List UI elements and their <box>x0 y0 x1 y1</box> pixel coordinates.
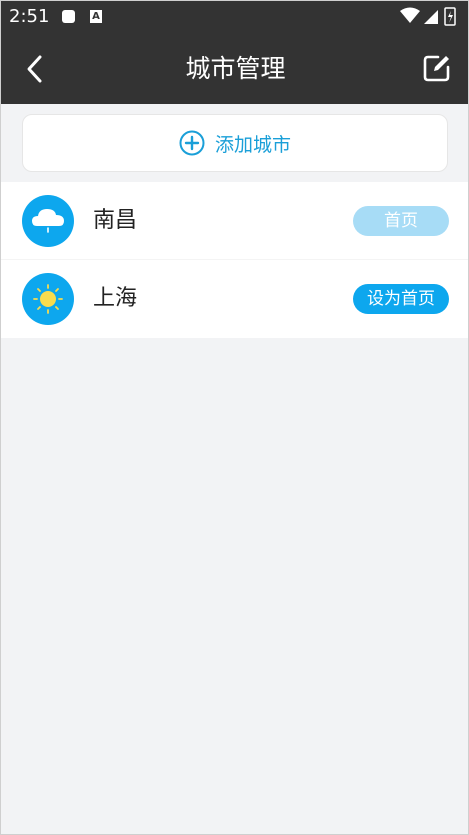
add-city-button[interactable]: 添加城市 <box>22 114 448 172</box>
edit-icon <box>423 55 450 82</box>
page-title: 城市管理 <box>185 54 286 83</box>
city-row-nanchang[interactable]: 南昌 首页 <box>1 182 468 260</box>
city-list: 南昌 首页 上海 设为首页 <box>1 182 468 338</box>
weather-badge <box>22 195 74 247</box>
app-header: 城市管理 <box>1 34 468 104</box>
plus-circle-icon <box>179 130 205 156</box>
cloud-rain-icon <box>32 209 64 233</box>
notification-icon <box>62 10 75 23</box>
city-name: 上海 <box>93 286 138 311</box>
add-city-label: 添加城市 <box>214 133 291 156</box>
city-name: 南昌 <box>93 208 138 233</box>
app-screen: 2:51 A 城市管理 添加城市 南昌 首页 上海 设为首页 <box>0 0 469 835</box>
city-row-shanghai[interactable]: 上海 设为首页 <box>1 260 468 338</box>
set-home-button[interactable]: 设为首页 <box>353 284 449 314</box>
status-time: 2:51 <box>9 6 50 27</box>
weather-badge <box>22 273 74 325</box>
signal-icon <box>424 10 438 24</box>
status-bar: 2:51 A <box>1 1 468 34</box>
edit-button[interactable] <box>422 53 452 83</box>
wifi-icon <box>400 7 420 23</box>
sun-icon <box>33 284 63 314</box>
system-status-icons <box>400 7 456 26</box>
home-badge: 首页 <box>353 206 449 236</box>
keyboard-notification-icon: A <box>90 10 102 23</box>
